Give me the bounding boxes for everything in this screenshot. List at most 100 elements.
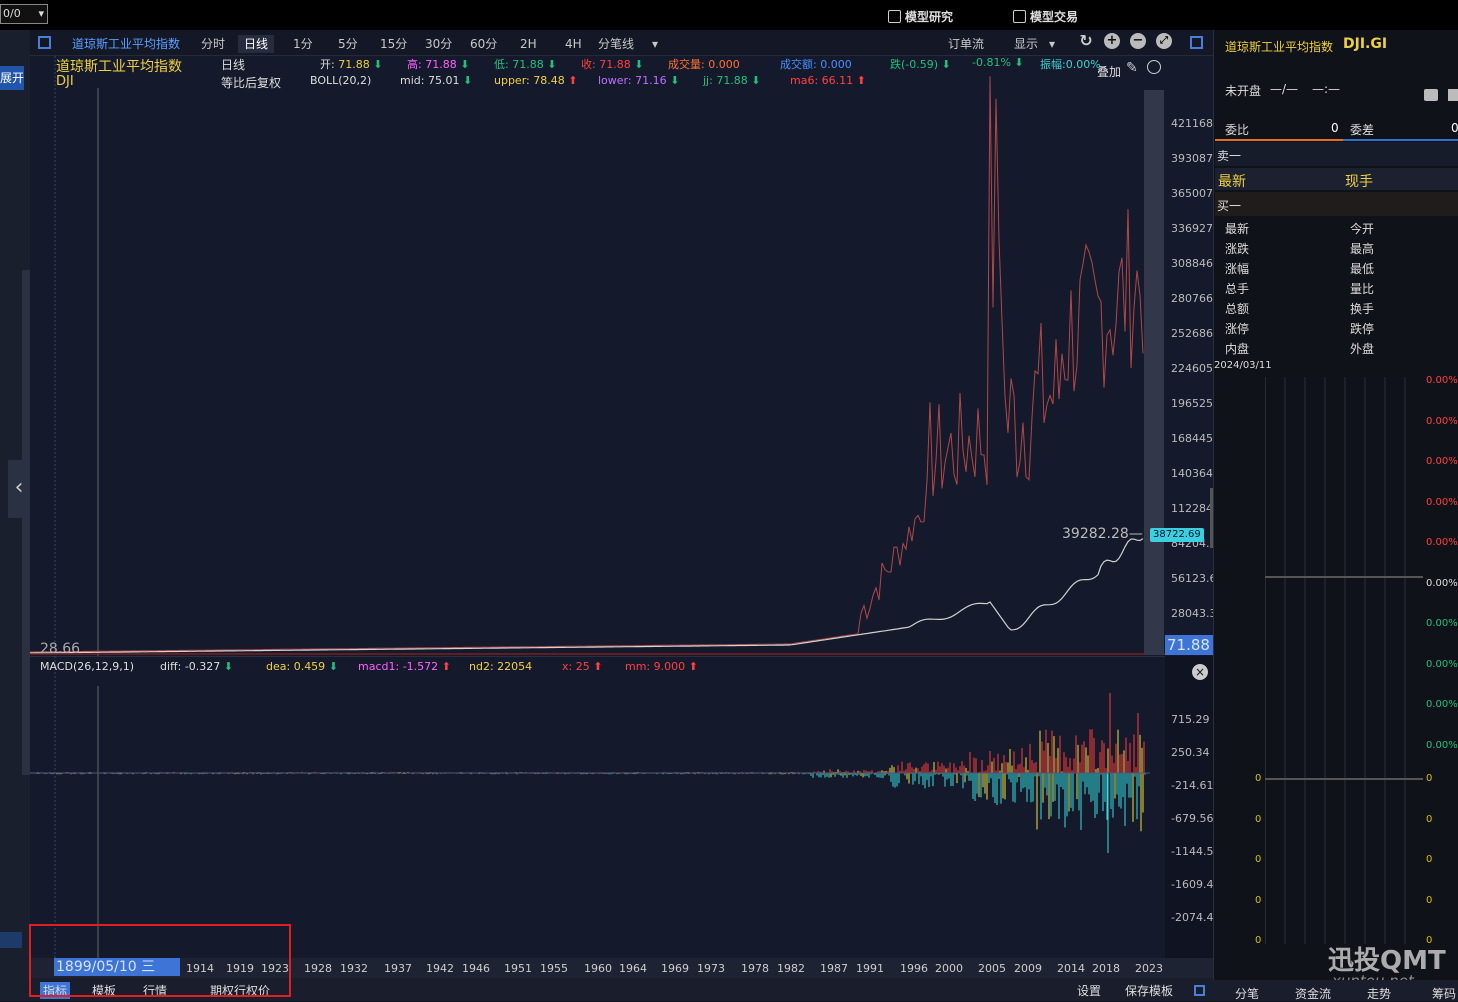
- sidebar-scrollbar[interactable]: [22, 270, 30, 775]
- macd-close-icon[interactable]: ×: [1192, 664, 1208, 680]
- macd-title: MACD(26,12,9,1): [40, 660, 135, 673]
- price-chart-svg[interactable]: [30, 56, 1165, 656]
- zoom-in-icon[interactable]: +: [1104, 33, 1120, 49]
- pct-label: 0.00%: [1426, 577, 1458, 589]
- model-trade-label: 模型交易: [1030, 10, 1079, 24]
- quote-field-left: 总手: [1225, 282, 1250, 296]
- macd-svg[interactable]: [30, 656, 1165, 958]
- quote-code: DJI.GI: [1343, 36, 1388, 52]
- macd-nd2: nd2: 22054: [469, 660, 533, 673]
- quote-field-left: 涨跌: [1225, 242, 1250, 256]
- low-mark: 28.66: [40, 641, 81, 657]
- quote-date: 2024/03/11: [1214, 360, 1272, 371]
- edit-icon[interactable]: ✎: [1126, 60, 1138, 76]
- vol-label-left: 0: [1255, 854, 1262, 865]
- settings-button[interactable]: 设置: [1077, 982, 1101, 999]
- period-tab-9[interactable]: 分笔线: [598, 35, 634, 53]
- time-tick: 1987: [820, 962, 848, 975]
- quote-field-left: 涨幅: [1225, 262, 1250, 276]
- price-axis: [1165, 56, 1213, 656]
- macd-tick: 250.34: [1171, 746, 1210, 759]
- top-bar: [0, 0, 1458, 30]
- expand-button[interactable]: 展开: [0, 66, 24, 90]
- vol-label-left: 0: [1255, 773, 1262, 784]
- pct-label: 0.00%: [1426, 456, 1458, 467]
- change-value: 跌(-0.59) ⬇: [890, 58, 951, 71]
- refresh-icon[interactable]: ↻: [1078, 33, 1094, 49]
- menu-icon[interactable]: [1448, 89, 1458, 101]
- panel-icon[interactable]: [1194, 985, 1205, 996]
- overlay-button[interactable]: 叠加: [1097, 63, 1121, 80]
- price-line: [30, 538, 1144, 654]
- period-tab-3[interactable]: 5分: [338, 35, 358, 53]
- boll-mid: mid: 75.01 ⬇: [400, 74, 473, 87]
- instrument-tab[interactable]: 道琼斯工业平均指数: [72, 35, 180, 53]
- high-value: 高: 71.88 ⬇: [407, 58, 470, 71]
- wei-cha-value: 0: [1451, 121, 1458, 135]
- period-tab-4[interactable]: 15分: [380, 35, 407, 53]
- tick-chart-svg[interactable]: [1265, 377, 1423, 944]
- trade-icon: [1013, 10, 1026, 23]
- last-price-tag: 38722.69: [1150, 528, 1204, 542]
- right-tab-1[interactable]: 资金流: [1295, 985, 1331, 1002]
- account-select[interactable]: 0/0 ▾: [0, 4, 48, 24]
- sell-row: [1215, 142, 1458, 166]
- period-dropdown-icon[interactable]: ▾: [652, 35, 658, 53]
- time-tick: 1973: [697, 962, 725, 975]
- period-tab-8[interactable]: 4H: [565, 35, 582, 53]
- order-flow-button[interactable]: 订单流: [948, 35, 984, 53]
- display-dropdown-icon[interactable]: ▾: [1049, 35, 1055, 53]
- right-tab-0[interactable]: 分笔: [1235, 985, 1259, 1002]
- macd-macd1: macd1: -1.572 ⬆: [358, 660, 451, 673]
- time-tick: 2009: [1014, 962, 1042, 975]
- low-value: 低: 71.88 ⬇: [494, 58, 557, 71]
- pct-label: 0.00%: [1426, 699, 1458, 710]
- highlight-box: [29, 924, 291, 997]
- time-tick: 1946: [462, 962, 490, 975]
- period-tab-2[interactable]: 1分: [293, 35, 313, 53]
- time-tick: 1932: [340, 962, 368, 975]
- time-tick: 1982: [777, 962, 805, 975]
- period-tab-5[interactable]: 30分: [425, 35, 452, 53]
- right-tab-3[interactable]: 筹码: [1432, 985, 1456, 1002]
- period-tab-0[interactable]: 分时: [201, 35, 225, 53]
- quote-field-left: 总额: [1225, 302, 1250, 316]
- wei-bi-label: 委比: [1225, 123, 1250, 137]
- instrument-name: 道琼斯工业平均指数: [56, 59, 182, 75]
- boll-lower: lower: 71.16 ⬇: [598, 74, 680, 87]
- latest-row: [1215, 168, 1458, 190]
- display-button[interactable]: 显示: [1014, 35, 1038, 53]
- layout-icon[interactable]: [38, 36, 51, 49]
- time-tick: 1964: [619, 962, 647, 975]
- time-tick: 1955: [540, 962, 568, 975]
- quote-field-left: 最新: [1225, 222, 1250, 236]
- time-tick: 1978: [741, 962, 769, 975]
- period-tab-7[interactable]: 2H: [520, 35, 537, 53]
- model-trade-button[interactable]: 模型交易: [1013, 8, 1078, 25]
- fullscreen-icon[interactable]: ⤢: [1156, 33, 1172, 49]
- heart-icon[interactable]: [1424, 89, 1438, 101]
- collapse-arrow-icon[interactable]: ‹: [8, 460, 30, 518]
- peak-mark: 39282.28—: [1062, 526, 1143, 542]
- right-tab-2[interactable]: 走势: [1367, 985, 1391, 1002]
- vol-label-left: 0: [1255, 894, 1262, 906]
- chevron-down-icon: ▾: [38, 7, 44, 20]
- quote-field-right: 跌停: [1350, 322, 1375, 336]
- model-research-button[interactable]: 模型研究: [888, 8, 953, 25]
- volume-value: 成交量: 0.000: [668, 58, 740, 71]
- quote-title: 道琼斯工业平均指数: [1225, 40, 1334, 54]
- boll-label: BOLL(20,2): [310, 74, 372, 87]
- time-tick: 2014: [1057, 962, 1085, 975]
- settings-icon[interactable]: [1147, 60, 1161, 74]
- boll-upper-line: [30, 76, 1144, 653]
- zoom-out-icon[interactable]: −: [1130, 33, 1146, 49]
- period-tab-1[interactable]: 日线: [238, 35, 275, 53]
- instrument-code: DJI: [56, 74, 74, 89]
- panel-toggle-icon[interactable]: [1190, 36, 1203, 49]
- time-tick: 1951: [504, 962, 532, 975]
- save-template-button[interactable]: 保存模板: [1125, 982, 1173, 999]
- chart-scrollbar[interactable]: [1144, 90, 1164, 655]
- period-tab-6[interactable]: 60分: [470, 35, 497, 53]
- open-value: 开: 71.88 ⬇: [320, 58, 383, 71]
- hand-label: 现手: [1345, 174, 1373, 190]
